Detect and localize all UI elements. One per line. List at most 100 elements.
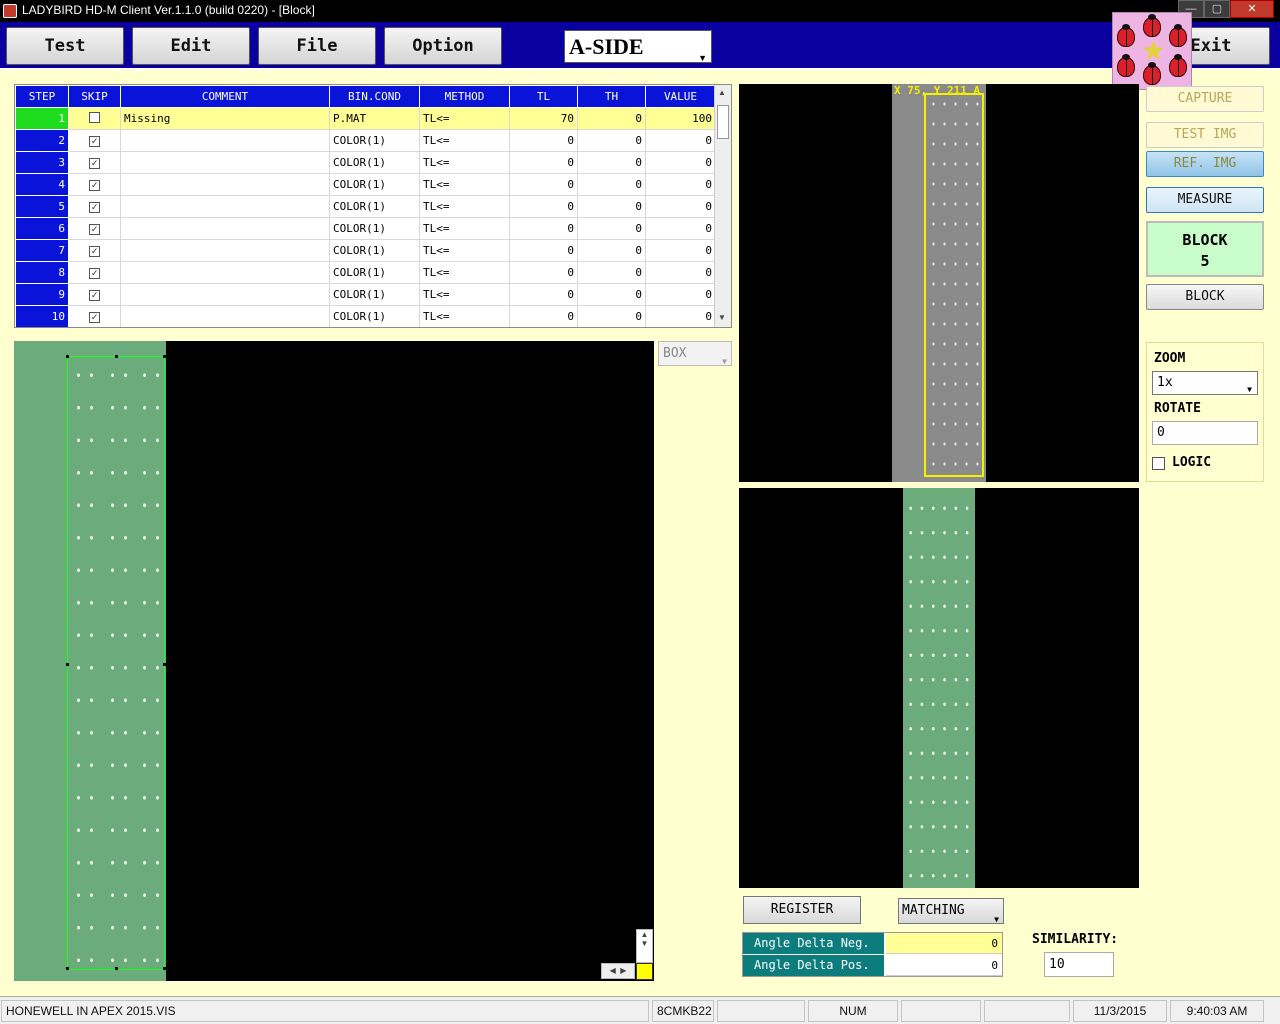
resize-handle[interactable] [66, 355, 69, 358]
method-cell[interactable]: TL<= [419, 261, 510, 284]
skip-cell[interactable]: ✓ [68, 261, 121, 284]
skip-cell[interactable]: ✓ [68, 195, 121, 218]
angle-delta-pos-value[interactable]: 0 [886, 955, 1002, 976]
resize-handle[interactable] [115, 355, 118, 358]
step-cell[interactable]: 5 [15, 195, 69, 218]
col-header-method[interactable]: METHOD [419, 85, 510, 108]
th-cell[interactable]: 0 [577, 173, 646, 196]
block-region-box[interactable] [924, 93, 984, 477]
bin-cond-cell[interactable]: COLOR(1) [329, 129, 420, 152]
skip-checkbox[interactable]: ✓ [89, 202, 100, 213]
skip-checkbox[interactable]: ✓ [89, 246, 100, 257]
th-cell[interactable]: 0 [577, 107, 646, 130]
test-button[interactable]: Test [6, 27, 124, 65]
bin-cond-cell[interactable]: COLOR(1) [329, 283, 420, 306]
option-button[interactable]: Option [384, 27, 502, 65]
block-image-view[interactable] [14, 341, 654, 981]
scroll-left-icon[interactable]: ◀ [610, 966, 616, 975]
scroll-up-icon[interactable]: ▲ [637, 930, 652, 939]
method-cell[interactable]: TL<= [419, 151, 510, 174]
scroll-down-icon[interactable]: ▼ [718, 313, 726, 322]
tl-cell[interactable]: 0 [509, 305, 578, 327]
method-cell[interactable]: TL<= [419, 173, 510, 196]
tl-cell[interactable]: 70 [509, 107, 578, 130]
table-row[interactable]: 9 ✓ COLOR(1) TL<= 0 0 0 [15, 283, 716, 306]
step-cell[interactable]: 9 [15, 283, 69, 306]
test-img-button[interactable]: TEST IMG [1146, 122, 1264, 148]
tl-cell[interactable]: 0 [509, 217, 578, 240]
value-cell[interactable]: 0 [645, 195, 716, 218]
skip-cell[interactable]: ✓ [68, 151, 121, 174]
measure-button[interactable]: MEASURE [1146, 187, 1264, 213]
comment-cell[interactable] [120, 129, 330, 152]
th-cell[interactable]: 0 [577, 261, 646, 284]
step-cell[interactable]: 4 [15, 173, 69, 196]
capture-button[interactable]: CAPTURE [1146, 86, 1264, 112]
box-select[interactable]: BOX ▼ [658, 341, 732, 366]
th-cell[interactable]: 0 [577, 217, 646, 240]
tl-cell[interactable]: 0 [509, 283, 578, 306]
tl-cell[interactable]: 0 [509, 151, 578, 174]
skip-checkbox[interactable]: ✓ [89, 224, 100, 235]
value-cell[interactable]: 0 [645, 305, 716, 327]
bin-cond-cell[interactable]: COLOR(1) [329, 261, 420, 284]
value-cell[interactable]: 0 [645, 283, 716, 306]
col-header-value[interactable]: VALUE [645, 85, 716, 108]
similarity-input[interactable]: 10 [1044, 952, 1114, 977]
matching-select[interactable]: MATCHING ▼ [898, 898, 1004, 924]
value-cell[interactable]: 0 [645, 217, 716, 240]
value-cell[interactable]: 0 [645, 151, 716, 174]
th-cell[interactable]: 0 [577, 151, 646, 174]
method-cell[interactable]: TL<= [419, 239, 510, 262]
bin-cond-cell[interactable]: COLOR(1) [329, 195, 420, 218]
th-cell[interactable]: 0 [577, 239, 646, 262]
tl-cell[interactable]: 0 [509, 195, 578, 218]
table-row[interactable]: 6 ✓ COLOR(1) TL<= 0 0 0 [15, 217, 716, 240]
selection-box[interactable] [66, 355, 166, 970]
bin-cond-cell[interactable]: COLOR(1) [329, 305, 420, 327]
col-header-bin-cond[interactable]: BIN.COND [329, 85, 420, 108]
tl-cell[interactable]: 0 [509, 129, 578, 152]
close-button[interactable]: ✕ [1230, 0, 1274, 18]
image-horizontal-scrollbar[interactable]: ◀ ▶ [601, 963, 635, 979]
method-cell[interactable]: TL<= [419, 217, 510, 240]
col-header-skip[interactable]: SKIP [68, 85, 121, 108]
table-row[interactable]: 4 ✓ COLOR(1) TL<= 0 0 0 [15, 173, 716, 196]
col-header-tl[interactable]: TL [509, 85, 578, 108]
table-row[interactable]: 1 Missing P.MAT TL<= 70 0 100 [15, 107, 716, 130]
tl-cell[interactable]: 0 [509, 239, 578, 262]
comment-cell[interactable] [120, 195, 330, 218]
skip-checkbox[interactable] [89, 111, 100, 123]
bin-cond-cell[interactable]: COLOR(1) [329, 217, 420, 240]
skip-checkbox[interactable]: ✓ [89, 268, 100, 279]
comment-cell[interactable] [120, 261, 330, 284]
file-button[interactable]: File [258, 27, 376, 65]
scroll-right-icon[interactable]: ▶ [620, 966, 626, 975]
tl-cell[interactable]: 0 [509, 261, 578, 284]
logic-checkbox[interactable] [1152, 457, 1165, 470]
block-button[interactable]: BLOCK [1146, 284, 1264, 310]
skip-checkbox[interactable]: ✓ [89, 312, 100, 323]
test-image-view[interactable] [739, 488, 1139, 888]
th-cell[interactable]: 0 [577, 129, 646, 152]
edit-button[interactable]: Edit [132, 27, 250, 65]
grid-scrollbar[interactable]: ▲ ▼ [714, 85, 731, 327]
skip-checkbox[interactable]: ✓ [89, 158, 100, 169]
rotate-input[interactable]: 0 [1152, 421, 1258, 445]
skip-cell[interactable]: ✓ [68, 173, 121, 196]
scroll-thumb[interactable] [717, 105, 729, 139]
skip-cell[interactable] [68, 107, 121, 130]
scroll-up-icon[interactable]: ▲ [718, 88, 726, 97]
skip-checkbox[interactable]: ✓ [89, 136, 100, 147]
value-cell[interactable]: 100 [645, 107, 716, 130]
resize-handle[interactable] [66, 663, 69, 666]
skip-cell[interactable]: ✓ [68, 305, 121, 327]
step-cell[interactable]: 3 [15, 151, 69, 174]
resize-handle[interactable] [163, 355, 166, 358]
col-header-th[interactable]: TH [577, 85, 646, 108]
table-row[interactable]: 2 ✓ COLOR(1) TL<= 0 0 0 [15, 129, 716, 152]
bin-cond-cell[interactable]: COLOR(1) [329, 239, 420, 262]
resize-handle[interactable] [115, 967, 118, 970]
angle-delta-neg-value[interactable]: 0 [886, 933, 1002, 954]
table-row[interactable]: 3 ✓ COLOR(1) TL<= 0 0 0 [15, 151, 716, 174]
